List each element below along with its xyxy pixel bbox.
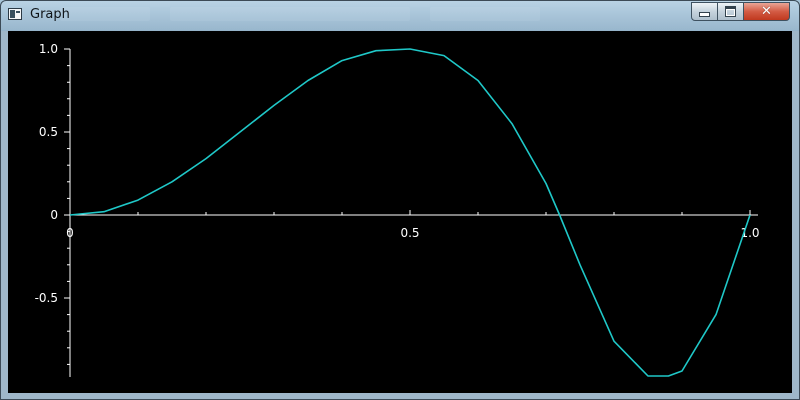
close-icon: ✕ bbox=[761, 4, 772, 19]
graph-window: Graph ✕ 0 0.5 1.0 1.0 0.5 0 -0.5 bbox=[0, 0, 800, 400]
x-tick-label: 0.5 bbox=[400, 226, 419, 240]
window-title: Graph bbox=[30, 7, 70, 22]
minimize-button[interactable] bbox=[691, 2, 718, 21]
graph-plot: 0 0.5 1.01.00.50-0.5 bbox=[35, 42, 760, 377]
y-tick-label: 0 bbox=[50, 208, 58, 222]
graph-canvas: 0 0.5 1.0 1.0 0.5 0 -0.5 bbox=[8, 31, 792, 393]
y-tick-label: 0.5 bbox=[39, 125, 58, 139]
app-window-icon[interactable] bbox=[8, 8, 22, 20]
x-axis-ticks bbox=[69, 210, 751, 215]
close-button[interactable]: ✕ bbox=[743, 2, 790, 21]
x-tick-label: 0 bbox=[66, 226, 74, 240]
title-bar[interactable]: Graph ✕ bbox=[1, 1, 799, 31]
tick-labels: 0 0.5 1.01.00.50-0.5 bbox=[35, 42, 760, 305]
y-tick-label: 1.0 bbox=[39, 42, 58, 56]
y-tick-label: -0.5 bbox=[35, 291, 58, 305]
minimize-icon bbox=[699, 11, 710, 17]
maximize-button[interactable] bbox=[717, 2, 744, 21]
maximize-icon bbox=[725, 6, 736, 17]
y-axis-ticks bbox=[64, 48, 70, 365]
